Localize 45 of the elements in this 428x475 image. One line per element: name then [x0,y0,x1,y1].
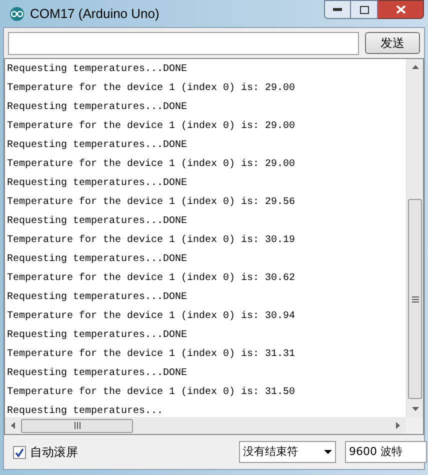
up-arrow-icon [412,65,418,69]
scrollbar-thumb[interactable] [408,199,422,399]
output-line: Temperature for the device 1 (index 0) is: 31.50 [7,386,296,400]
output-line: Requesting temperatures...DONE [7,328,188,343]
infinity-logo-icon [8,6,26,20]
output-line: Requesting temperatures...DONE [7,290,188,305]
minimize-button[interactable] [324,0,351,19]
output-line: Temperature for the device 1 (index 0) is: 29.56 [7,196,296,210]
output-line: Requesting temperatures...DONE [7,252,188,267]
vertical-scrollbar[interactable] [406,59,423,417]
output-line: Temperature for the device 1 (index 0) is: 31.31 [7,348,296,362]
line-ending-dropdown[interactable]: 没有结束符 [239,441,336,463]
output-line: Requesting temperatures...DONE [7,176,188,191]
right-arrow-icon [396,422,400,429]
output-line: Requesting temperatures...DONE [7,100,188,115]
horizontal-scrollbar[interactable] [5,417,406,434]
minimize-icon [333,8,342,11]
output-line: Temperature for the device 1 (index 0) is: 29.00 [7,120,296,134]
output-line: Temperature for the device 1 (index 0) is: 29.00 [7,158,296,172]
close-button[interactable] [378,0,424,19]
output-line: Requesting temperatures...DONE [7,214,188,229]
output-line: Requesting temperatures... [7,404,164,419]
window-title: COM17 (Arduino Uno) [30,4,160,23]
dropdown-arrow-icon [324,450,332,454]
autoscroll-label: 自动滚屏 [30,444,78,461]
output-line: Temperature for the device 1 (index 0) is: 29.00 [7,82,296,96]
autoscroll-checkbox[interactable] [13,446,26,458]
down-arrow-icon [412,407,418,411]
output-line: Requesting temperatures...DONE [7,138,188,153]
output-line: Requesting temperatures...DONE [7,366,188,381]
baud-rate-dropdown[interactable]: 9600 波特 [345,441,427,463]
checkmark-icon [15,448,24,456]
close-icon [396,5,406,14]
send-button[interactable]: 发送 [365,32,420,54]
message-input-field[interactable] [8,32,359,54]
left-arrow-icon [11,422,15,429]
output-line: Temperature for the device 1 (index 0) is: 30.19 [7,234,296,248]
grip-icon [412,296,418,302]
scrollbar-thumb[interactable] [21,418,133,432]
output-line: Requesting temperatures...DONE [7,62,188,77]
maximize-icon [360,6,368,14]
maximize-button[interactable] [351,0,378,19]
output-line: Temperature for the device 1 (index 0) is: 30.62 [7,272,296,286]
output-line: Temperature for the device 1 (index 0) is: 30.94 [7,310,296,324]
grip-icon [74,422,80,429]
